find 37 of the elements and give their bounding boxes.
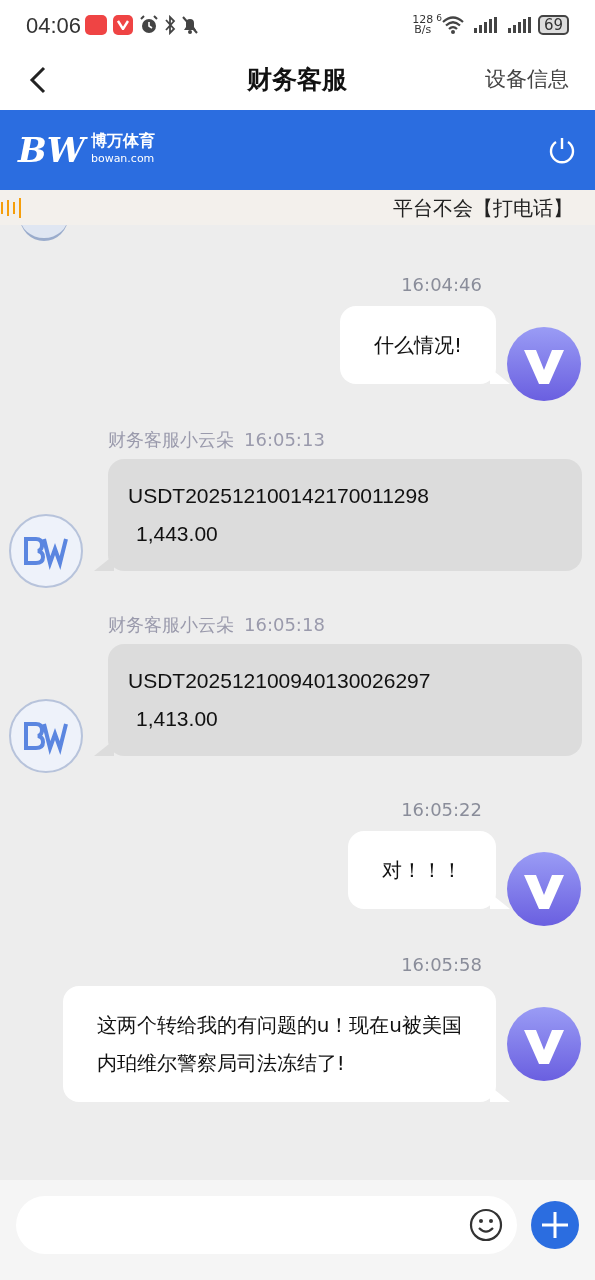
- back-icon[interactable]: [28, 66, 48, 94]
- network-speed-unit: B/s: [414, 25, 432, 35]
- brand-domain: bowan.com: [90, 151, 155, 167]
- battery-indicator: 69: [537, 15, 569, 35]
- device-info-link[interactable]: 设备信息: [485, 64, 569, 96]
- wifi-icon: [441, 16, 464, 34]
- message-text: 内珀维尔警察局司法冻结了!: [96, 1050, 346, 1077]
- alarm-icon: [139, 15, 160, 35]
- notice-text: 平台不会【打电话】: [393, 194, 573, 222]
- wifi-generation-label: 6: [436, 12, 442, 25]
- add-icon[interactable]: [531, 1201, 579, 1249]
- message-time: 16:05:22: [401, 798, 482, 822]
- sender-name: 财务客服小云朵: [108, 428, 234, 452]
- app-icon: [85, 15, 108, 35]
- sender-name: 财务客服小云朵: [108, 613, 234, 637]
- message-time: 16:04:46: [401, 273, 482, 297]
- brand-name: 博万体育: [90, 132, 155, 150]
- signal-icon: [507, 17, 532, 33]
- emoji-icon[interactable]: [469, 1208, 503, 1242]
- app-icon: [113, 15, 134, 35]
- message-time: 16:05:18: [244, 613, 325, 637]
- message-text: 对！！！: [382, 857, 462, 884]
- signal-icon: [473, 17, 498, 33]
- message-text: USDT202512100940130026297: [128, 668, 432, 694]
- message-text: 1,443.00: [135, 521, 219, 547]
- bluetooth-icon: [164, 15, 177, 35]
- page-title: 财务客服: [246, 64, 347, 97]
- message-text: 1,413.00: [135, 706, 219, 732]
- message-text: USDT202512100142170011298: [128, 483, 430, 509]
- network-speed: 128: [412, 15, 434, 25]
- message-time: 16:05:58: [401, 953, 482, 977]
- message-text: 这两个转给我的有问题的u！现在u被美国: [96, 1012, 462, 1039]
- message-time: 16:05:13: [244, 428, 325, 452]
- clock: 04:06: [26, 11, 82, 40]
- muted-bell-icon: [181, 15, 200, 35]
- message-text: 什么情况!: [373, 332, 462, 359]
- power-icon[interactable]: [547, 135, 577, 165]
